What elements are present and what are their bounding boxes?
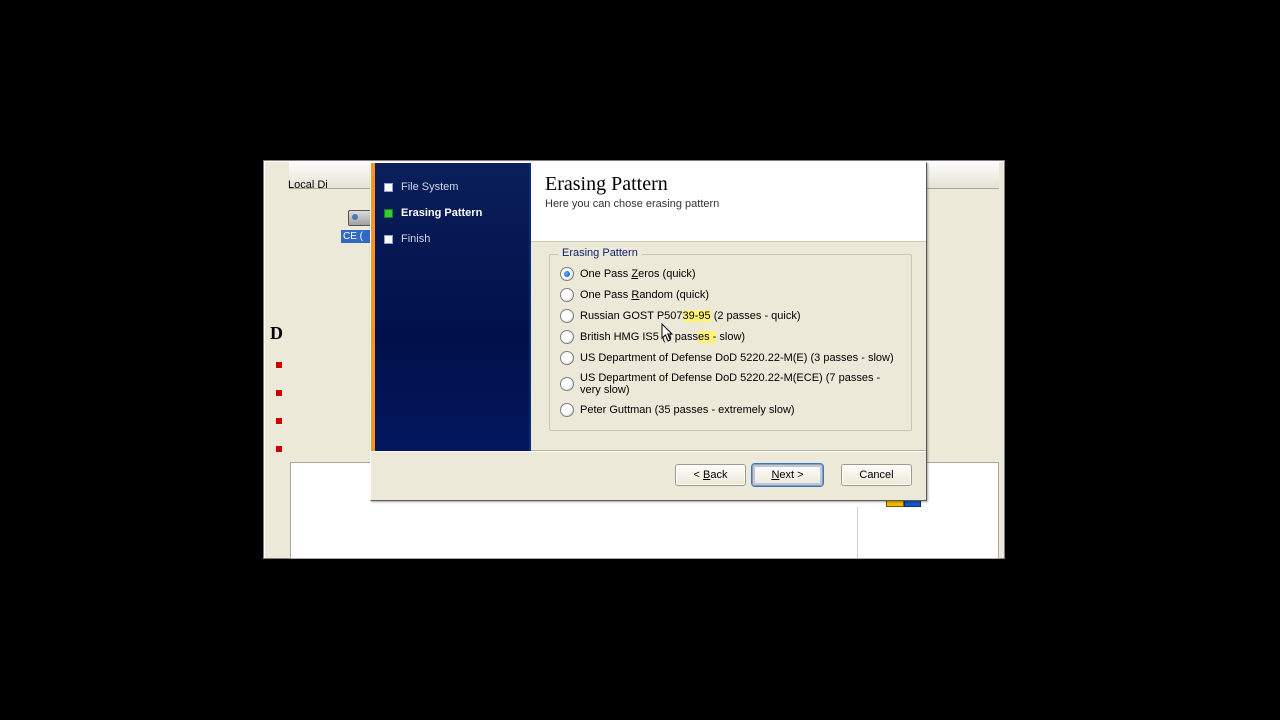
radio-gost[interactable]: Russian GOST P50739-95 (2 passes - quick…: [560, 309, 901, 323]
radio-one-pass-random[interactable]: One Pass Random (quick): [560, 288, 901, 302]
radio-label: Peter Guttman (35 passes - extremely slo…: [580, 404, 795, 416]
red-marker-icon: [276, 418, 282, 424]
red-marker-icon: [276, 362, 282, 368]
cancel-button[interactable]: Cancel: [841, 464, 912, 486]
radio-british-hmg[interactable]: British HMG IS5 (3 passes - slow): [560, 330, 901, 344]
radio-label: US Department of Defense DoD 5220.22-M(E…: [580, 352, 894, 364]
bg-d-letter: D: [270, 323, 285, 343]
step-label: Erasing Pattern: [401, 207, 482, 219]
erasing-pattern-wizard-dialog: File System Erasing Pattern Finish Erasi…: [370, 162, 927, 501]
radio-one-pass-zeros[interactable]: One Pass Zeros (quick): [560, 267, 901, 281]
radio-dod-ece[interactable]: US Department of Defense DoD 5220.22-M(E…: [560, 372, 901, 396]
radio-label: British HMG IS5 (3 passes - slow): [580, 331, 745, 343]
wizard-header: Erasing Pattern Here you can chose erasi…: [531, 163, 926, 242]
red-marker-icon: [276, 446, 282, 452]
radio-icon: [560, 351, 574, 365]
step-file-system[interactable]: File System: [384, 181, 523, 193]
step-marker-icon: [384, 183, 393, 192]
step-marker-icon: [384, 209, 393, 218]
radio-label: One Pass Random (quick): [580, 289, 709, 301]
radio-icon: [560, 403, 574, 417]
wizard-subtitle: Here you can chose erasing pattern: [545, 198, 912, 210]
step-label: File System: [401, 181, 458, 193]
group-legend: Erasing Pattern: [558, 247, 642, 259]
step-erasing-pattern[interactable]: Erasing Pattern: [384, 207, 523, 219]
wizard-step-sidebar: File System Erasing Pattern Finish: [371, 163, 531, 451]
radio-icon: [560, 377, 574, 391]
wizard-button-bar: < Back Next > Cancel: [371, 451, 926, 498]
radio-label: Russian GOST P50739-95 (2 passes - quick…: [580, 310, 801, 322]
radio-label: One Pass Zeros (quick): [580, 268, 696, 280]
step-marker-icon: [384, 235, 393, 244]
radio-label: US Department of Defense DoD 5220.22-M(E…: [580, 372, 901, 396]
erasing-pattern-group: Erasing Pattern One Pass Zeros (quick) O…: [549, 254, 912, 431]
radio-icon: [560, 288, 574, 302]
back-button[interactable]: < Back: [675, 464, 746, 486]
radio-dod-e[interactable]: US Department of Defense DoD 5220.22-M(E…: [560, 351, 901, 365]
next-button[interactable]: Next >: [752, 464, 823, 486]
radio-icon: [560, 267, 574, 281]
radio-guttman[interactable]: Peter Guttman (35 passes - extremely slo…: [560, 403, 901, 417]
radio-icon: [560, 330, 574, 344]
wizard-title: Erasing Pattern: [545, 173, 912, 196]
step-finish[interactable]: Finish: [384, 233, 523, 245]
radio-icon: [560, 309, 574, 323]
red-marker-icon: [276, 390, 282, 396]
step-label: Finish: [401, 233, 430, 245]
bg-local-disk-label: Local Di: [288, 179, 378, 191]
wizard-main: Erasing Pattern Here you can chose erasi…: [531, 163, 926, 451]
